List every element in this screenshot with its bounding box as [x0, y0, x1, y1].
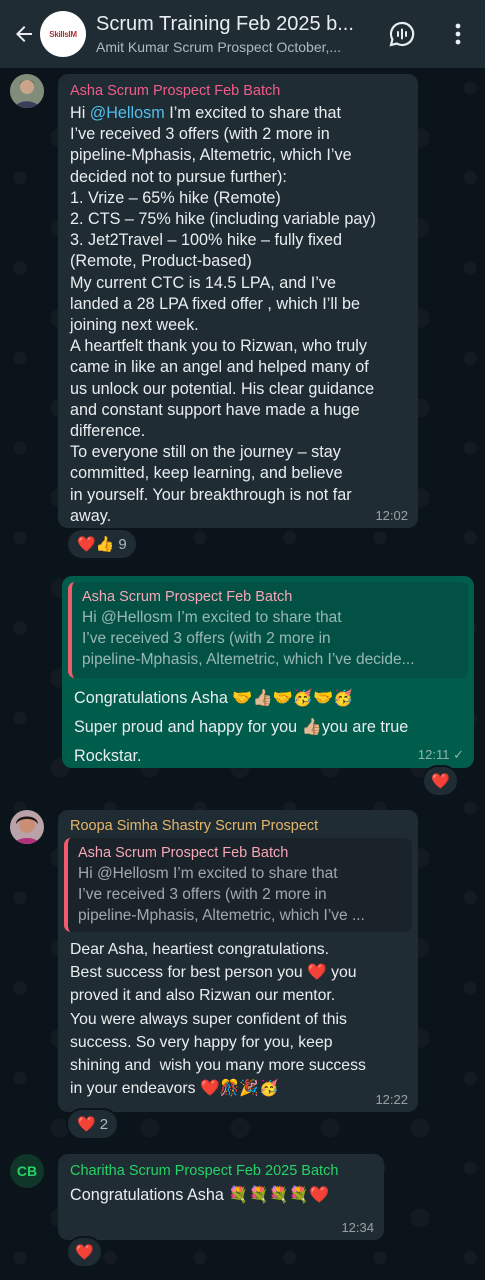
sender-name[interactable]: Charitha Scrum Prospect Feb 2025 Batch	[70, 1161, 374, 1181]
group-avatar[interactable]: SkillsIM	[40, 11, 86, 57]
quoted-sender: Asha Scrum Prospect Feb Batch	[78, 845, 289, 861]
sender-avatar-charitha[interactable]: CB	[10, 1154, 44, 1188]
reaction-badge[interactable]: ❤️	[66, 1236, 103, 1268]
quoted-sender: Asha Scrum Prospect Feb Batch	[82, 589, 293, 605]
message-time: 12:22	[375, 1092, 408, 1107]
message-bubble[interactable]: Charitha Scrum Prospect Feb 2025 Batch C…	[58, 1154, 384, 1240]
quoted-message[interactable]: Asha Scrum Prospect Feb Batch Hi @Hellos…	[68, 582, 468, 678]
message-time: 12:02	[375, 508, 408, 523]
reaction-badge[interactable]: ❤️👍 9	[66, 528, 138, 560]
message-text: Hi @Hellosm I’m excited to share that I’…	[70, 103, 408, 527]
message-bubble[interactable]: Asha Scrum Prospect Feb Batch Hi @Hellos…	[58, 74, 418, 528]
reaction-emojis: ❤️	[75, 1244, 94, 1261]
reaction-badge[interactable]: ❤️ 2	[66, 1108, 120, 1140]
sender-name[interactable]: Roopa Simha Shastry Scrum Prospect	[64, 816, 412, 836]
message-text: Congratulations Asha 💐💐💐💐❤️	[70, 1186, 330, 1204]
group-logo-text: SkillsIM	[49, 29, 77, 39]
quoted-text: Hi @Hellosm I’m excited to share that I’…	[78, 865, 365, 924]
message-text-body: I’m excited to share that I’ve received …	[70, 104, 376, 525]
voice-chat-icon[interactable]	[386, 18, 418, 50]
reaction-emojis: ❤️	[431, 773, 450, 790]
back-arrow-icon[interactable]	[8, 18, 40, 50]
quoted-text: Hi @Hellosm I’m excited to share that I’…	[82, 609, 415, 668]
reaction-emojis: ❤️👍	[77, 536, 115, 553]
avatar-initials: CB	[16, 1163, 38, 1179]
message-time: 12:11 ✓	[417, 747, 464, 762]
sender-avatar-asha[interactable]	[10, 74, 44, 108]
reaction-count: 9	[118, 535, 127, 553]
reaction-emojis: ❤️	[77, 1116, 96, 1133]
message-bubble[interactable]: Roopa Simha Shastry Scrum Prospect Asha …	[58, 810, 418, 1112]
message-text: Dear Asha, heartiest congratulations. Be…	[70, 941, 366, 1098]
mention-link[interactable]: @Hellosm	[90, 104, 165, 122]
group-title[interactable]: Scrum Training Feb 2025 b...	[96, 11, 386, 37]
sender-name[interactable]: Asha Scrum Prospect Feb Batch	[70, 81, 408, 101]
more-options-icon[interactable]	[442, 18, 474, 50]
message-text-start: Hi	[70, 104, 90, 122]
quoted-message[interactable]: Asha Scrum Prospect Feb Batch Hi @Hellos…	[64, 838, 412, 932]
reaction-badge[interactable]: ❤️	[422, 765, 459, 797]
group-members-subtitle[interactable]: Amit Kumar Scrum Prospect October,...	[96, 37, 386, 57]
reaction-count: 2	[99, 1115, 109, 1133]
message-bubble-outgoing[interactable]: Asha Scrum Prospect Feb Batch Hi @Hellos…	[62, 576, 474, 768]
chat-header[interactable]: SkillsIM Scrum Training Feb 2025 b... Am…	[0, 0, 485, 68]
header-titles[interactable]: Scrum Training Feb 2025 b... Amit Kumar …	[96, 11, 386, 57]
message-text: Congratulations Asha 🤝👍🏼🤝🥳🤝🥳 Super proud…	[74, 689, 409, 765]
sender-avatar-roopa[interactable]	[10, 810, 44, 844]
message-time: 12:34	[341, 1220, 374, 1235]
